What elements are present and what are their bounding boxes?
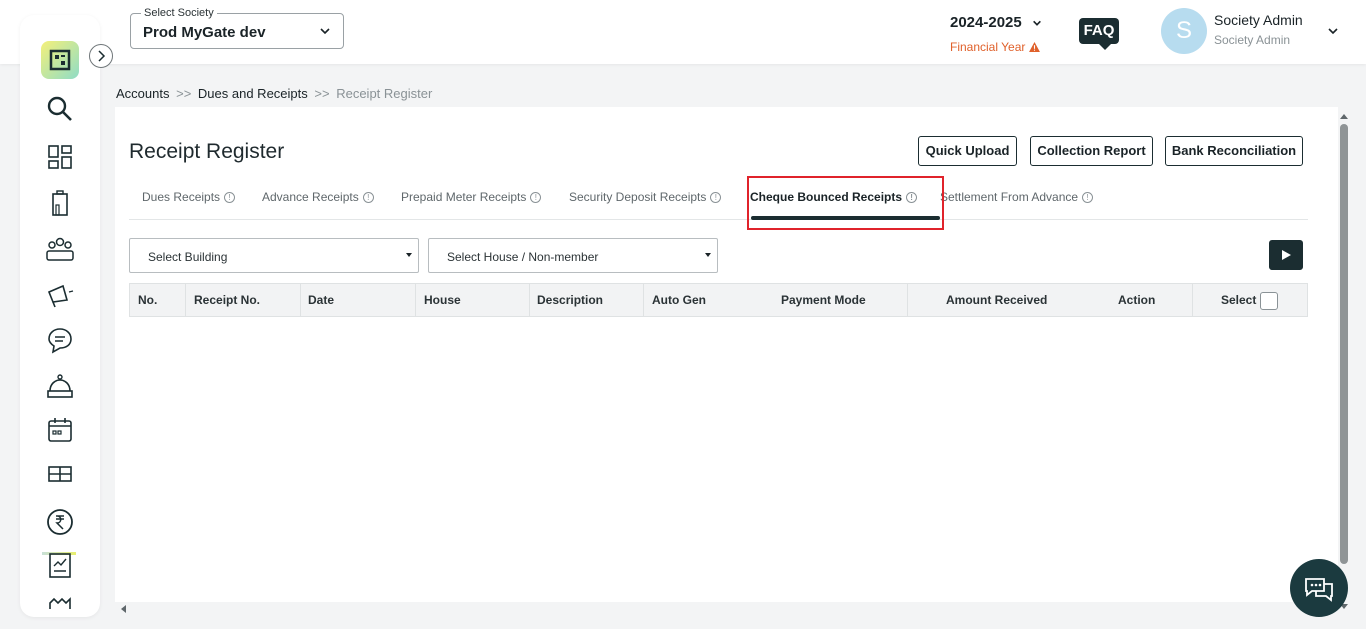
user-role: Society Admin — [1214, 33, 1291, 47]
column-receipt-no: Receipt No. — [185, 284, 300, 316]
caret-down-icon — [406, 253, 412, 257]
warning-icon — [1029, 42, 1041, 52]
scroll-left-icon[interactable] — [118, 603, 128, 615]
receipt-register-card: Receipt Register Quick Upload Collection… — [115, 107, 1338, 602]
chevron-down-icon — [320, 28, 330, 35]
financial-year-label: Financial Year — [950, 40, 1026, 54]
app-logo[interactable] — [41, 41, 79, 79]
send-icon — [1282, 250, 1291, 260]
community-icon[interactable] — [45, 234, 75, 264]
chevron-down-icon[interactable] — [1327, 25, 1339, 37]
quick-upload-button[interactable]: Quick Upload — [918, 136, 1017, 166]
column-date: Date — [300, 284, 415, 316]
amenities-icon[interactable] — [45, 459, 75, 489]
society-select[interactable]: Select Society Prod MyGate dev — [130, 7, 344, 49]
breadcrumb-dues-and-receipts[interactable]: Dues and Receipts — [198, 86, 308, 101]
submit-filter-button[interactable] — [1269, 240, 1303, 270]
chat-bubbles-icon — [1305, 578, 1333, 602]
dashboard-icon[interactable] — [45, 142, 75, 172]
chevron-right-icon — [98, 50, 106, 62]
column-house: House — [415, 284, 530, 316]
info-icon: ! — [530, 192, 542, 204]
tab-advance-receipts[interactable]: Advance Receipts! — [262, 190, 374, 204]
caret-down-icon — [705, 253, 711, 257]
column-payment-mode: Payment Mode — [781, 293, 866, 307]
user-name: Society Admin — [1214, 12, 1303, 28]
info-icon: ! — [362, 192, 374, 204]
announcement-icon[interactable] — [45, 280, 75, 310]
building-select-value: Select Building — [148, 250, 228, 264]
breadcrumb-accounts[interactable]: Accounts — [116, 86, 169, 101]
tab-label: Settlement From Advance — [940, 190, 1079, 204]
info-icon: ! — [1082, 192, 1094, 204]
search-icon[interactable] — [45, 94, 75, 124]
chat-icon[interactable] — [45, 325, 75, 355]
tab-label: Dues Receipts — [142, 190, 221, 204]
page-title: Receipt Register — [129, 140, 285, 163]
breadcrumb: Accounts >> Dues and Receipts >> Receipt… — [116, 86, 432, 101]
chevron-down-icon — [1032, 20, 1041, 26]
tab-prepaid-meter-receipts[interactable]: Prepaid Meter Receipts! — [401, 190, 542, 204]
breadcrumb-current: Receipt Register — [336, 86, 433, 101]
bank-reconciliation-button[interactable]: Bank Reconciliation — [1165, 136, 1303, 166]
select-all-checkbox[interactable] — [1260, 291, 1279, 310]
scrollbar-thumb[interactable] — [1340, 124, 1348, 564]
society-select-label: Select Society — [141, 7, 217, 19]
sidebar-toggle-button[interactable] — [89, 44, 113, 68]
receipt-tabs: Dues Receipts! Advance Receipts! Prepaid… — [129, 176, 1308, 230]
vertical-scrollbar[interactable] — [1338, 107, 1350, 617]
table-header: No. Receipt No. Date House Description A… — [129, 283, 1308, 317]
financial-year-selector[interactable]: 2024-2025 Financial Year — [950, 14, 1050, 54]
house-select[interactable]: Select House / Non-member — [428, 238, 718, 273]
building-select[interactable]: Select Building — [129, 238, 419, 273]
faq-button[interactable]: FAQ — [1079, 18, 1119, 50]
collection-report-button[interactable]: Collection Report — [1030, 136, 1153, 166]
sidebar — [20, 15, 100, 617]
support-chat-button[interactable] — [1290, 559, 1348, 617]
tab-label: Advance Receipts — [262, 190, 359, 204]
column-auto-gen: Auto Gen — [643, 284, 763, 316]
building-icon[interactable] — [45, 189, 75, 219]
house-select-value: Select House / Non-member — [447, 250, 599, 264]
info-icon: ! — [710, 192, 722, 204]
column-description: Description — [529, 284, 644, 316]
breadcrumb-separator: >> — [314, 86, 330, 101]
tab-label: Prepaid Meter Receipts — [401, 190, 527, 204]
column-action: Action — [1118, 293, 1156, 307]
tab-label: Security Deposit Receipts — [569, 190, 707, 204]
tab-security-deposit-receipts[interactable]: Security Deposit Receipts! — [569, 190, 722, 204]
society-select-value: Prod MyGate dev — [143, 24, 266, 41]
column-select-label: Select — [1221, 293, 1257, 307]
tab-settlement-from-advance[interactable]: Settlement From Advance! — [940, 190, 1094, 204]
reports-icon[interactable] — [45, 550, 75, 580]
active-tab-highlight — [747, 176, 944, 230]
column-select: Select — [1192, 284, 1308, 316]
calendar-icon[interactable] — [45, 415, 75, 445]
scroll-up-icon[interactable] — [1338, 111, 1350, 121]
avatar[interactable]: S — [1161, 8, 1207, 54]
settings-icon[interactable] — [45, 595, 75, 609]
breadcrumb-separator: >> — [176, 86, 192, 101]
tab-dues-receipts[interactable]: Dues Receipts! — [142, 190, 236, 204]
column-no: No. — [138, 293, 158, 307]
accounts-icon[interactable] — [45, 507, 75, 537]
financial-year-value: 2024-2025 — [950, 14, 1022, 31]
top-bar: Select Society Prod MyGate dev 2024-2025… — [0, 0, 1366, 64]
helpdesk-icon[interactable] — [45, 371, 75, 401]
info-icon: ! — [224, 192, 236, 204]
